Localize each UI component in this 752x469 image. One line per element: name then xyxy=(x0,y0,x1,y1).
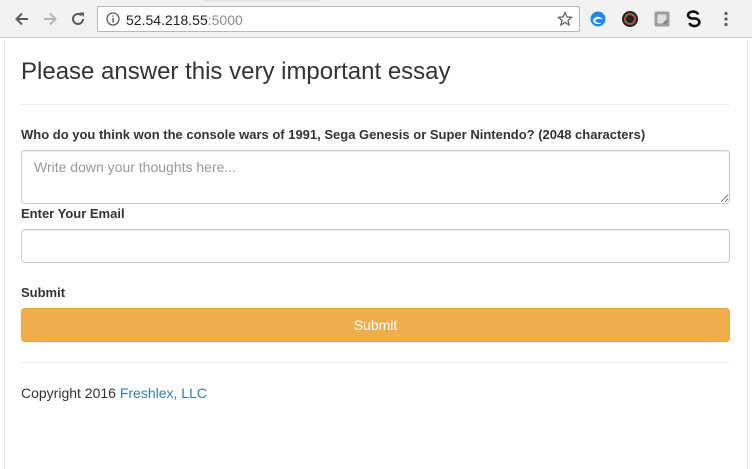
url-host: 52.54.218.55 xyxy=(126,12,208,28)
edge-extension-icon[interactable] xyxy=(589,10,607,28)
back-arrow-icon xyxy=(15,12,28,26)
email-label: Enter Your Email xyxy=(21,206,125,221)
address-bar[interactable]: 52.54.218.55:5000 xyxy=(97,6,580,32)
footer: Copyright 2016 Freshlex, LLC xyxy=(21,385,207,401)
forward-button[interactable] xyxy=(38,7,62,31)
reload-button[interactable] xyxy=(66,7,90,31)
note-extension-icon[interactable] xyxy=(653,10,671,28)
company-link[interactable]: Freshlex, LLC xyxy=(120,385,207,401)
tab-strip-edge xyxy=(204,0,320,2)
back-button[interactable] xyxy=(10,7,34,31)
reload-icon xyxy=(72,12,84,25)
page-viewport: Please answer this very important essay … xyxy=(4,39,748,469)
essay-question-label: Who do you think won the console wars of… xyxy=(21,127,646,142)
divider xyxy=(21,362,730,363)
divider xyxy=(21,104,730,105)
menu-icon[interactable] xyxy=(722,10,730,28)
browser-toolbar: 52.54.218.55:5000 xyxy=(0,0,752,38)
email-field[interactable] xyxy=(21,229,730,263)
submit-label: Submit xyxy=(21,285,66,300)
bookmark-star-icon[interactable] xyxy=(557,11,573,27)
page-title: Please answer this very important essay xyxy=(21,58,451,85)
s-extension-icon[interactable] xyxy=(685,10,703,28)
essay-textarea[interactable] xyxy=(21,150,730,204)
color-picker-extension-icon[interactable] xyxy=(621,10,639,28)
copyright-text: Copyright 2016 xyxy=(21,385,120,401)
forward-arrow-icon xyxy=(44,12,57,26)
url-text[interactable]: 52.54.218.55:5000 xyxy=(126,12,243,28)
info-icon[interactable] xyxy=(106,12,120,26)
submit-button[interactable]: Submit xyxy=(21,308,730,342)
url-port: :5000 xyxy=(207,12,243,28)
